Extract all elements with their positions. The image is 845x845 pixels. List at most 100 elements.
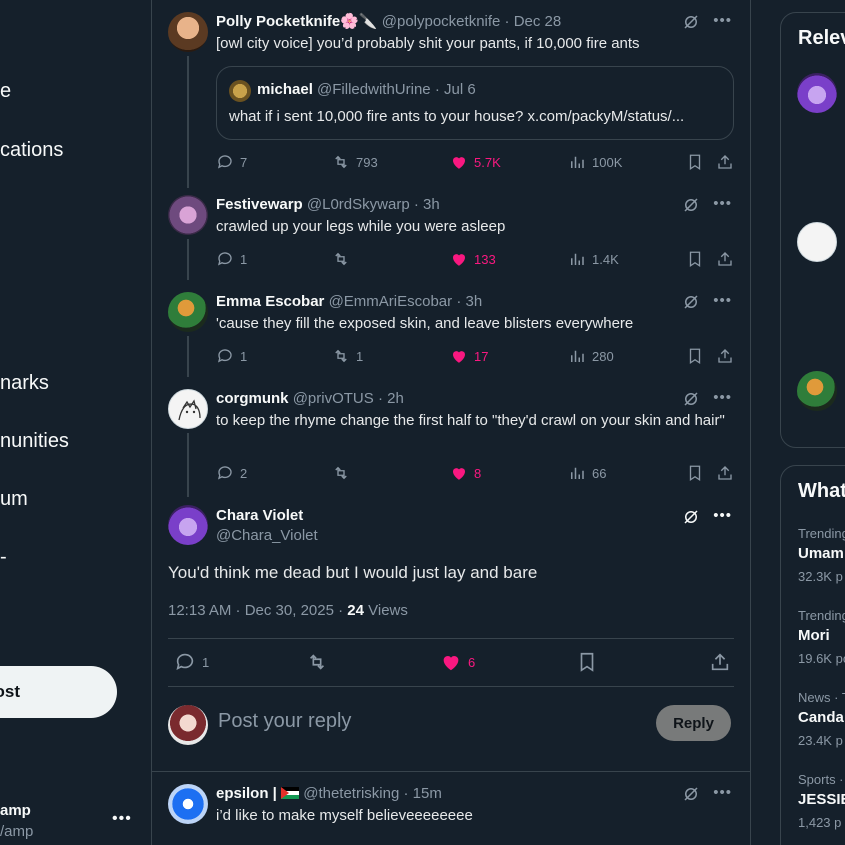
repost-button[interactable]: 1	[332, 346, 363, 366]
bookmark-button[interactable]	[576, 652, 598, 672]
author-handle[interactable]: @polypocketknife	[382, 13, 501, 30]
share-button[interactable]	[716, 463, 734, 483]
flag-icon	[281, 787, 300, 799]
thread-tweet[interactable]: Emma Escobar @EmmAriEscobar · 3h ••• 'ca…	[152, 280, 750, 377]
thread-tweet[interactable]: Polly Pocketknife🌸🔪 @polypocketknife · D…	[152, 0, 750, 188]
avatar[interactable]	[797, 371, 837, 411]
thread-tweet[interactable]: Festivewarp @L0rdSkywarp · 3h ••• crawle…	[152, 183, 750, 280]
author-handle[interactable]: @privOTUS	[293, 390, 374, 407]
like-button[interactable]: 5.7K	[450, 152, 501, 172]
tweet-time[interactable]: · 15m	[404, 785, 442, 802]
author-name[interactable]: Festivewarp	[216, 196, 303, 213]
views-button[interactable]: 280	[568, 346, 614, 366]
grok-icon[interactable]	[682, 196, 700, 214]
view-count: 1.4K	[592, 251, 619, 267]
tweet-time: · Jul 6	[434, 81, 476, 98]
like-button[interactable]: 6	[440, 652, 475, 672]
avatar[interactable]	[168, 195, 208, 235]
more-icon[interactable]: •••	[713, 195, 732, 212]
share-button[interactable]	[716, 346, 734, 366]
bookmark-button[interactable]	[686, 463, 704, 483]
reply-button[interactable]: Reply	[656, 705, 731, 741]
share-button[interactable]	[716, 152, 734, 172]
author-name[interactable]: corgmunk	[216, 390, 289, 407]
left-navigation: e cations narks nunities um - ost amp /a…	[0, 0, 152, 845]
thread-tweet[interactable]: corgmunk @privOTUS · 2h ••• to keep the …	[152, 377, 750, 497]
nav-item-home[interactable]: e	[0, 80, 11, 103]
tweet-time[interactable]: · 3h	[456, 293, 482, 310]
author-handle[interactable]: @EmmAriEscobar	[329, 293, 453, 310]
tweet-time[interactable]: · 3h	[414, 196, 440, 213]
avatar[interactable]	[168, 292, 208, 332]
nav-item-notifications[interactable]: cations	[0, 139, 63, 162]
views-button[interactable]: 1.4K	[568, 249, 619, 269]
account-name[interactable]: amp	[0, 802, 31, 819]
account-more-icon[interactable]: •••	[112, 810, 132, 828]
trend-name[interactable]: Umam	[798, 545, 844, 562]
trend-name[interactable]: Canda	[798, 709, 844, 726]
share-button[interactable]	[716, 249, 734, 269]
bookmark-icon	[689, 465, 701, 482]
bookmark-button[interactable]	[686, 346, 704, 366]
reply-button[interactable]: 2	[216, 463, 247, 483]
grok-icon[interactable]	[682, 390, 700, 408]
reply-input[interactable]: Post your reply	[218, 710, 351, 733]
avatar[interactable]	[168, 784, 208, 824]
bookmark-button[interactable]	[686, 152, 704, 172]
share-button[interactable]	[709, 652, 731, 672]
author-name[interactable]: Emma Escobar	[216, 293, 324, 310]
repost-button[interactable]	[332, 463, 356, 483]
post-button[interactable]: ost	[0, 666, 117, 718]
more-icon[interactable]: •••	[713, 292, 732, 309]
reply-button[interactable]: 1	[216, 346, 247, 366]
views-button[interactable]: 66	[568, 463, 606, 483]
bookmark-button[interactable]	[686, 249, 704, 269]
repost-button[interactable]	[332, 249, 356, 269]
trend-name[interactable]: JESSIE	[798, 791, 845, 808]
grok-icon[interactable]	[682, 508, 700, 526]
more-icon[interactable]: •••	[713, 784, 732, 801]
tweet-time[interactable]: · 2h	[378, 390, 404, 407]
author-name[interactable]: epsilon |	[216, 785, 277, 802]
author-handle[interactable]: @L0rdSkywarp	[307, 196, 410, 213]
grok-icon[interactable]	[682, 785, 700, 803]
grok-icon[interactable]	[682, 293, 700, 311]
quote-header: michael @FilledwithUrine · Jul 6	[257, 81, 476, 98]
avatar[interactable]	[797, 73, 837, 113]
account-handle[interactable]: /amp	[0, 823, 33, 840]
more-icon[interactable]: •••	[713, 507, 732, 524]
reply-button[interactable]: 1	[174, 652, 209, 672]
reply-button[interactable]: 1	[216, 249, 247, 269]
reply-tweet[interactable]: epsilon | @thetetrisking · 15m ••• i’d l…	[152, 772, 750, 845]
reply-button[interactable]: 7	[216, 152, 247, 172]
like-button[interactable]: 8	[450, 463, 481, 483]
timestamp[interactable]: 12:13 AM · Dec 30, 2025 ·	[168, 602, 347, 619]
card-title: What	[798, 480, 845, 502]
repost-button[interactable]	[306, 652, 328, 672]
like-button[interactable]: 17	[450, 346, 488, 366]
grok-icon[interactable]	[682, 13, 700, 31]
author-handle[interactable]: @thetetrisking	[303, 785, 399, 802]
quoted-tweet[interactable]: michael @FilledwithUrine · Jul 6 what if…	[216, 66, 734, 140]
views-button[interactable]: 100K	[568, 152, 622, 172]
reply-count: 1	[240, 251, 248, 267]
nav-item-more[interactable]: -	[0, 546, 7, 569]
author-name[interactable]: Polly Pocketknife🌸🔪	[216, 13, 378, 30]
repost-button[interactable]: 793	[332, 152, 378, 172]
author-name[interactable]: Chara Violet	[216, 507, 303, 524]
whats-happening-card: What Trending Umam 32.3K p Trending Mori…	[780, 465, 845, 845]
nav-item-bookmarks[interactable]: narks	[0, 372, 49, 395]
tweet-header: Polly Pocketknife🌸🔪 @polypocketknife · D…	[216, 12, 734, 32]
more-icon[interactable]: •••	[713, 12, 732, 29]
author-handle[interactable]: @Chara_Violet	[216, 527, 318, 544]
tweet-time[interactable]: · Dec 28	[505, 13, 562, 30]
nav-item-premium[interactable]: um	[0, 488, 28, 511]
avatar[interactable]	[168, 12, 208, 52]
trend-name[interactable]: Mori	[798, 627, 830, 644]
avatar[interactable]	[797, 222, 837, 262]
avatar[interactable]	[168, 505, 208, 545]
avatar[interactable]	[168, 389, 208, 429]
more-icon[interactable]: •••	[713, 389, 732, 406]
like-button[interactable]: 133	[450, 249, 496, 269]
nav-item-communities[interactable]: nunities	[0, 430, 69, 453]
